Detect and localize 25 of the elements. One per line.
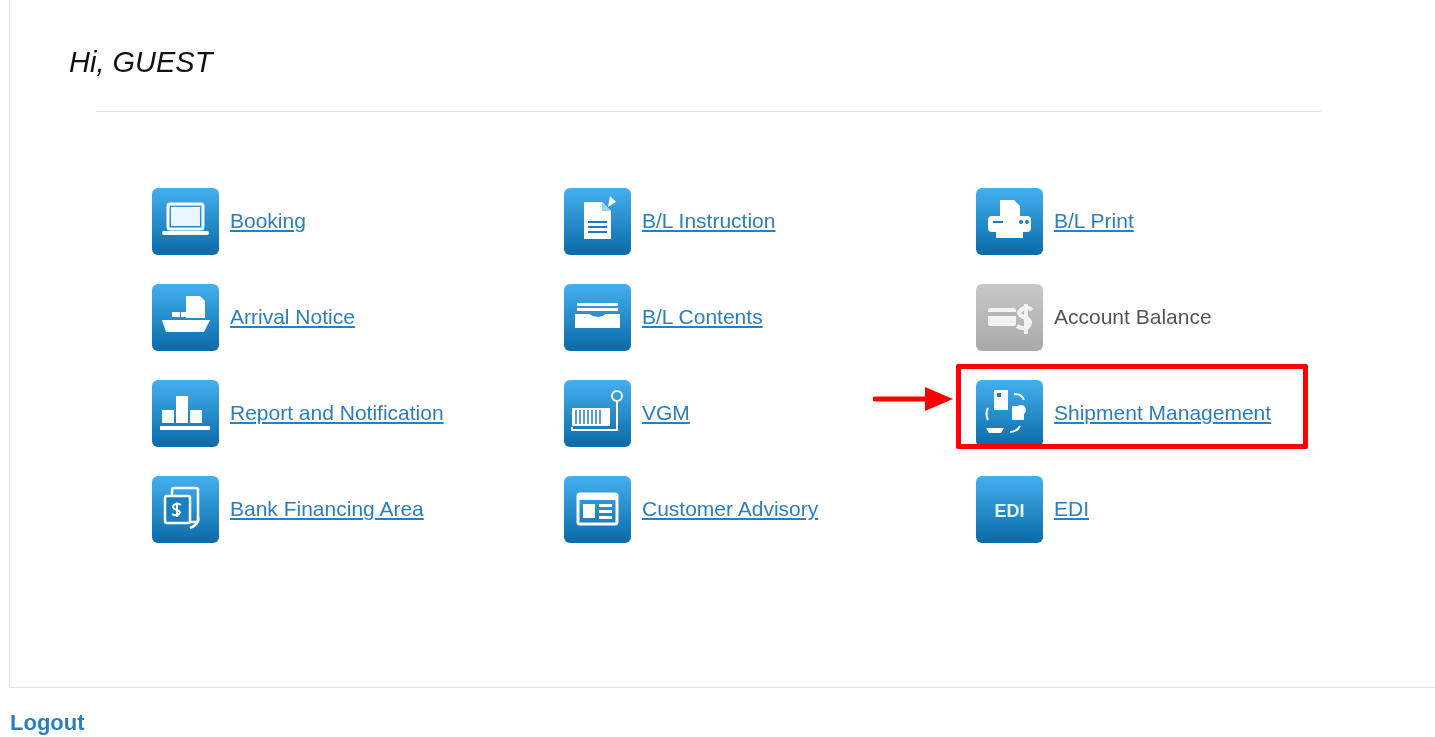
printer-icon[interactable] (976, 188, 1043, 255)
menu-link[interactable]: Shipment Management (1054, 400, 1272, 426)
cabinets-icon[interactable] (152, 380, 219, 447)
menu-label: Account Balance (1054, 304, 1212, 330)
menu-link[interactable]: Customer Advisory (642, 496, 819, 522)
menu-link[interactable]: B/L Instruction (642, 208, 776, 234)
dollar-document-icon[interactable] (152, 476, 219, 543)
menu-link[interactable]: Report and Notification (230, 400, 444, 426)
menu-link[interactable]: VGM (642, 400, 690, 426)
menu-link[interactable]: Booking (230, 208, 306, 234)
laptop-icon[interactable] (152, 188, 219, 255)
menu-link[interactable]: Arrival Notice (230, 304, 355, 330)
menu-link[interactable]: EDI (1054, 496, 1089, 522)
container-scale-icon[interactable] (564, 380, 631, 447)
newspaper-icon[interactable] (564, 476, 631, 543)
menu-link[interactable]: Bank Financing Area (230, 496, 424, 522)
greeting: Hi, GUEST (69, 45, 213, 80)
logout-link[interactable]: Logout (10, 709, 85, 737)
menu-link[interactable]: B/L Contents (642, 304, 763, 330)
menu-link[interactable]: B/L Print (1054, 208, 1134, 234)
ship-icon[interactable] (152, 284, 219, 351)
document-icon[interactable] (564, 188, 631, 255)
shipment-cycle-icon[interactable] (976, 380, 1043, 447)
tray-icon[interactable] (564, 284, 631, 351)
edi-icon[interactable]: EDI (976, 476, 1043, 543)
